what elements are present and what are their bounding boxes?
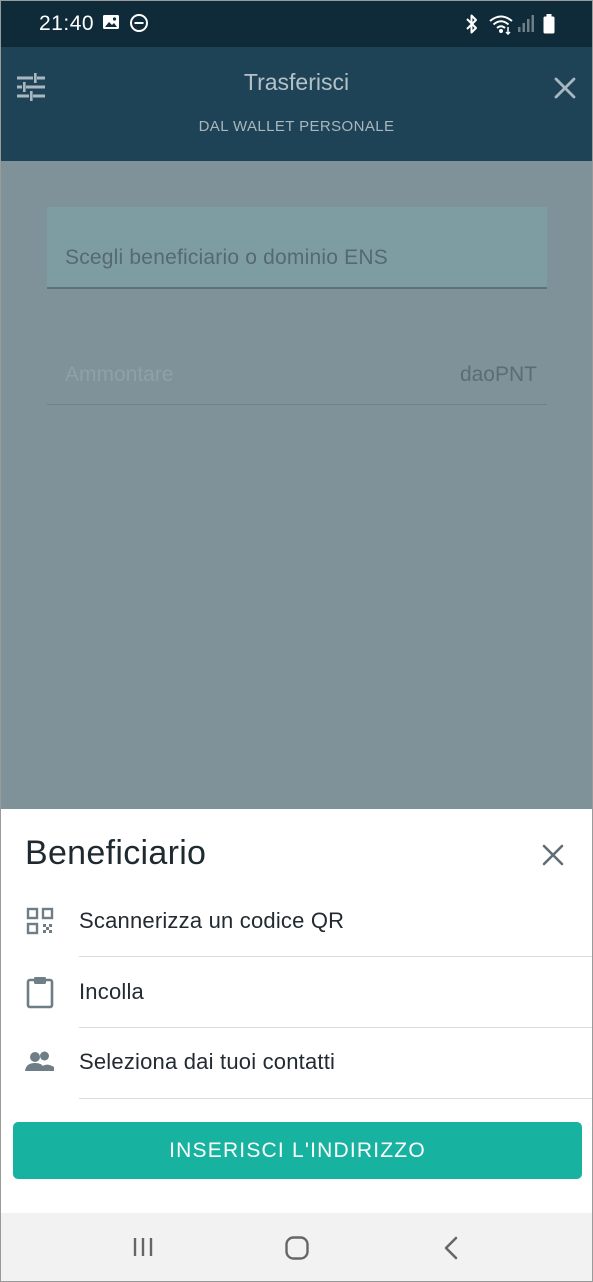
paste-label: Incolla: [79, 979, 144, 1004]
insert-address-button[interactable]: INSERISCI L'INDIRIZZO: [13, 1122, 582, 1179]
page-subtitle: DAL WALLET PERSONALE: [198, 118, 395, 135]
back-icon[interactable]: [441, 1235, 461, 1266]
home-icon[interactable]: [284, 1235, 310, 1266]
status-bar: 21:40: [1, 1, 592, 47]
recipient-bottom-sheet: Beneficiario Scannerizza un codice QR In…: [1, 809, 592, 1213]
recipient-placeholder: Scegli beneficiario o dominio ENS: [65, 246, 388, 269]
amount-input[interactable]: Ammontare daoPNT: [47, 341, 547, 405]
signal-icon: [516, 13, 536, 38]
phone-screen: 21:40 Trasferisci DAL WALLET PERSONALE S…: [0, 0, 593, 1282]
qr-code-icon: [23, 904, 57, 938]
clipboard-icon: [23, 975, 57, 1009]
contacts-icon: [23, 1045, 57, 1079]
page-title: Trasferisci: [243, 69, 350, 95]
contacts-label: Seleziona dai tuoi contatti: [79, 1049, 336, 1074]
app-bar: Trasferisci DAL WALLET PERSONALE: [1, 47, 592, 161]
scan-qr-label: Scannerizza un codice QR: [79, 908, 345, 933]
option-divider: [79, 1098, 592, 1099]
gallery-notification-icon: [102, 13, 120, 36]
amount-unit: daoPNT: [459, 363, 537, 386]
wifi-icon: [488, 13, 514, 40]
battery-icon: [542, 13, 556, 40]
amount-placeholder: Ammontare: [65, 363, 174, 386]
do-not-disturb-icon: [129, 13, 149, 38]
status-time: 21:40: [39, 12, 95, 35]
paste-option[interactable]: Incolla: [1, 957, 592, 1027]
contacts-option[interactable]: Seleziona dai tuoi contatti: [1, 1027, 592, 1097]
recent-apps-icon[interactable]: [131, 1235, 155, 1264]
scan-qr-option[interactable]: Scannerizza un codice QR: [1, 886, 592, 956]
bluetooth-icon: [463, 13, 481, 40]
close-icon[interactable]: [553, 76, 577, 105]
sheet-close-icon[interactable]: [537, 839, 569, 871]
recipient-input[interactable]: Scegli beneficiario o dominio ENS: [47, 207, 547, 289]
system-nav-bar: [1, 1213, 592, 1281]
transfer-form-overlay: Scegli beneficiario o dominio ENS Ammont…: [1, 161, 592, 809]
sheet-title: Beneficiario: [25, 834, 207, 872]
